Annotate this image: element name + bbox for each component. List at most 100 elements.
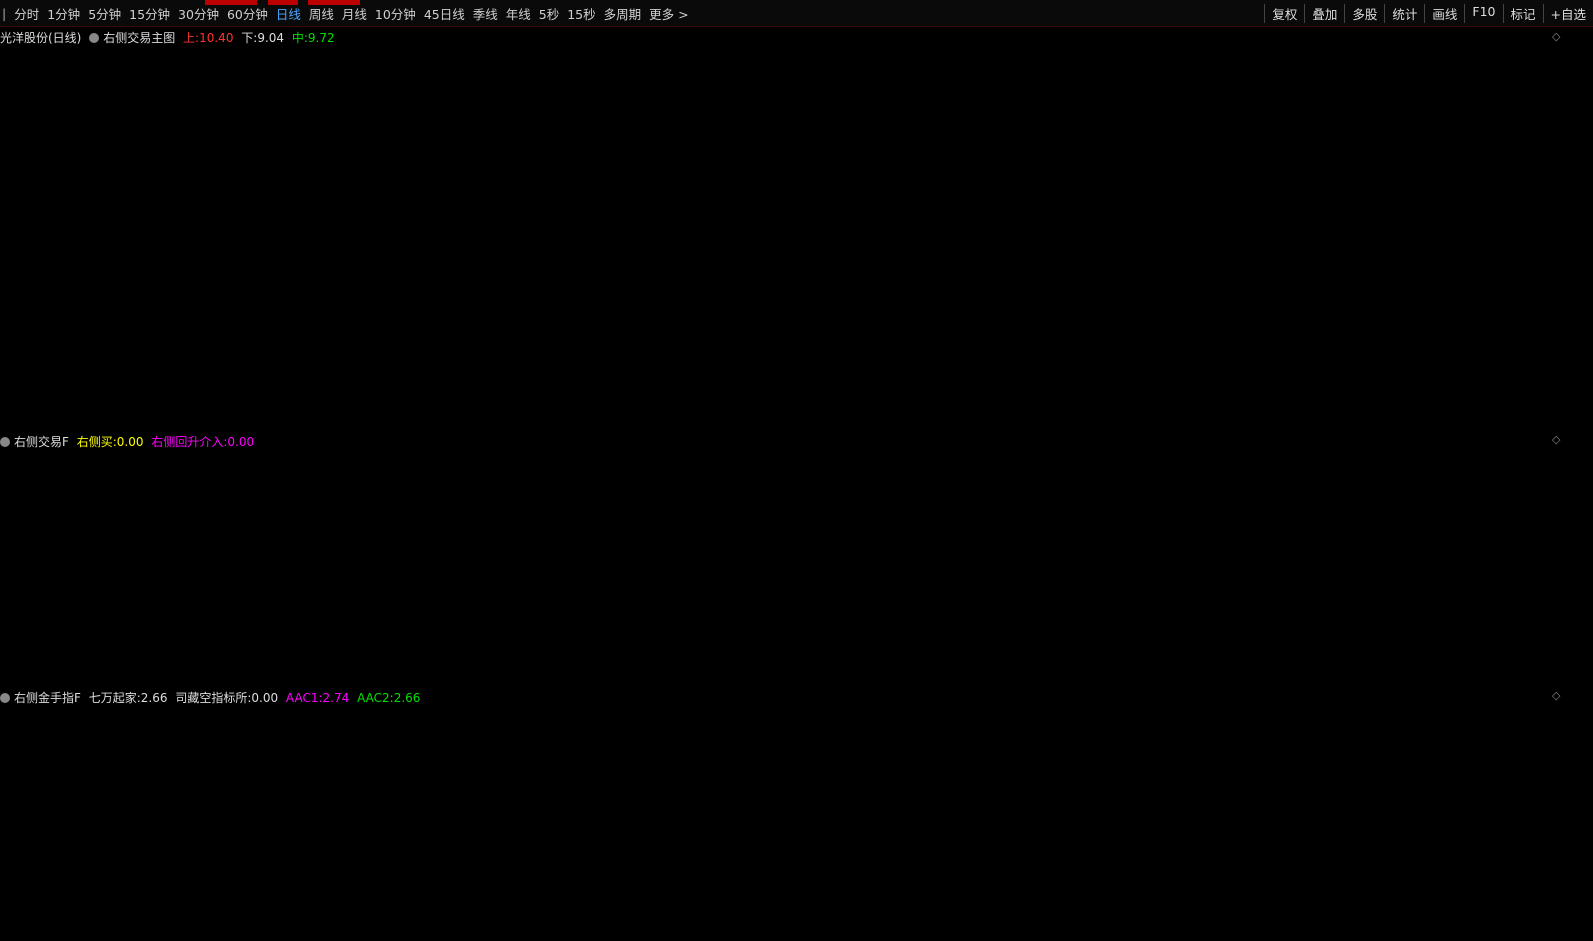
histogram-bar bbox=[1215, 830, 1229, 832]
gear-icon[interactable] bbox=[0, 693, 10, 703]
mid-label: 中: bbox=[291, 31, 308, 45]
tab-14[interactable]: 15秒 bbox=[563, 4, 599, 23]
histogram-bar bbox=[273, 832, 287, 848]
candle-body bbox=[0, 297, 16, 303]
diamond-icon[interactable]: ◇ bbox=[1552, 689, 1560, 702]
tool-button-1[interactable]: 叠加 bbox=[1304, 4, 1344, 23]
tool-button-7[interactable]: +自选 bbox=[1542, 4, 1593, 23]
mid-indicator-name[interactable]: 右侧交易F bbox=[14, 435, 69, 449]
tool-button-3[interactable]: 统计 bbox=[1384, 4, 1424, 23]
histogram-bar bbox=[819, 832, 833, 854]
histogram-bar bbox=[148, 832, 162, 850]
candle-body bbox=[1067, 317, 1083, 319]
candle-body bbox=[1312, 229, 1330, 236]
candle-body bbox=[1139, 321, 1157, 327]
mid-panel-label: 右侧交易F 右侧买:0.00 右侧回升介入:0.00 bbox=[0, 433, 258, 450]
mark-badge bbox=[1448, 419, 1462, 432]
gear-icon[interactable] bbox=[0, 437, 10, 447]
histogram-bar bbox=[248, 832, 262, 852]
tab-8[interactable]: 月线 bbox=[338, 4, 371, 23]
tab-0[interactable]: 分时 bbox=[10, 4, 43, 23]
top-dot bbox=[775, 43, 777, 45]
histogram-bar bbox=[348, 832, 362, 848]
histogram-bar bbox=[546, 818, 560, 832]
tab-2[interactable]: 5分钟 bbox=[84, 4, 125, 23]
bottom-indicator-name[interactable]: 右侧金手指F bbox=[14, 691, 81, 705]
candle-body bbox=[395, 373, 413, 377]
candle-body bbox=[47, 311, 65, 319]
candle-body bbox=[97, 320, 113, 330]
upper-value: 10.40 bbox=[199, 31, 234, 45]
aac1-label: AAC1: bbox=[285, 691, 323, 705]
histogram-bar bbox=[695, 826, 709, 832]
signal-icon bbox=[1236, 815, 1250, 829]
top-dot bbox=[575, 43, 577, 45]
histogram-bar bbox=[794, 832, 808, 850]
tab-16[interactable]: 更多 > bbox=[645, 4, 692, 23]
candle-body bbox=[1387, 137, 1405, 198]
tool-button-0[interactable]: 复权 bbox=[1264, 4, 1304, 23]
aac1-value: 2.74 bbox=[322, 691, 350, 705]
top-dot bbox=[475, 43, 477, 45]
aac2-line bbox=[6, 741, 1497, 861]
low-price-label: 6.50 bbox=[886, 407, 913, 421]
candle-body bbox=[1115, 321, 1133, 346]
histogram-bar bbox=[1489, 748, 1503, 832]
signal-icon bbox=[1436, 748, 1450, 762]
buy-label: 右侧买: bbox=[76, 435, 117, 449]
candle-body bbox=[1017, 224, 1033, 254]
grid-lines bbox=[0, 66, 1582, 909]
tab-15[interactable]: 多周期 bbox=[600, 4, 646, 23]
diamond-icon[interactable]: ◇ bbox=[1552, 30, 1560, 43]
tab-11[interactable]: 季线 bbox=[469, 4, 502, 23]
spike-pullback bbox=[1341, 457, 1392, 692]
tab-6[interactable]: 日线 bbox=[272, 4, 305, 23]
candle-body bbox=[147, 336, 163, 345]
top-dot bbox=[1225, 43, 1227, 45]
tab-1[interactable]: 1分钟 bbox=[43, 4, 84, 23]
tab-12[interactable]: 年线 bbox=[502, 4, 535, 23]
histogram-bar bbox=[1339, 744, 1353, 832]
tab-13[interactable]: 5秒 bbox=[535, 4, 563, 23]
histogram-bar bbox=[472, 832, 486, 852]
histogram-bar bbox=[1290, 782, 1304, 832]
candle-body bbox=[371, 355, 387, 372]
gear-icon[interactable] bbox=[89, 33, 100, 43]
top-dot bbox=[1325, 43, 1327, 45]
candle-body bbox=[544, 334, 562, 358]
main-indicator-name[interactable]: 右侧交易主图 bbox=[103, 31, 175, 45]
candle-body bbox=[1263, 210, 1281, 247]
top-dot bbox=[925, 43, 927, 45]
mid-band-line bbox=[0, 165, 1471, 347]
histogram-bar bbox=[1117, 774, 1131, 832]
histogram-bar bbox=[49, 806, 63, 832]
tab-3[interactable]: 15分钟 bbox=[125, 4, 174, 23]
tool-button-5[interactable]: F10 bbox=[1464, 4, 1502, 23]
histogram-bar bbox=[571, 802, 585, 832]
chart-canvas[interactable]: 11.26 ← 6.50 ← 7.23 - 7.27 6.99 - 7.04 ★右侧买 ★右侧… bbox=[0, 0, 1593, 941]
candle-body bbox=[744, 351, 760, 360]
tab-10[interactable]: 45日线 bbox=[420, 4, 469, 23]
tool-button-2[interactable]: 多股 bbox=[1344, 4, 1384, 23]
buy-value: 0.00 bbox=[116, 435, 144, 449]
tool-button-4[interactable]: 画线 bbox=[1424, 4, 1464, 23]
tool-button-6[interactable]: 标记 bbox=[1502, 4, 1543, 23]
tab-7[interactable]: 周线 bbox=[305, 4, 338, 23]
spike-buy bbox=[1210, 457, 1264, 692]
candle-body bbox=[246, 339, 264, 351]
bottom-chart bbox=[0, 741, 1503, 863]
diamond-icon[interactable]: ◇ bbox=[1552, 433, 1560, 446]
tab-4[interactable]: 30分钟 bbox=[174, 4, 223, 23]
main-chart bbox=[0, 43, 1582, 412]
tab-5[interactable]: 60分钟 bbox=[223, 4, 272, 23]
mid-value: 9.72 bbox=[307, 31, 335, 45]
mark-badge bbox=[1477, 419, 1502, 432]
histogram-bar bbox=[1068, 752, 1082, 832]
histogram-bar bbox=[223, 832, 237, 858]
candle-body bbox=[1362, 157, 1380, 204]
candle-body bbox=[196, 336, 214, 356]
tab-9[interactable]: 10分钟 bbox=[371, 4, 420, 23]
candle-body bbox=[991, 287, 1009, 316]
histogram-bar bbox=[596, 800, 610, 832]
histogram-bar bbox=[670, 820, 684, 832]
